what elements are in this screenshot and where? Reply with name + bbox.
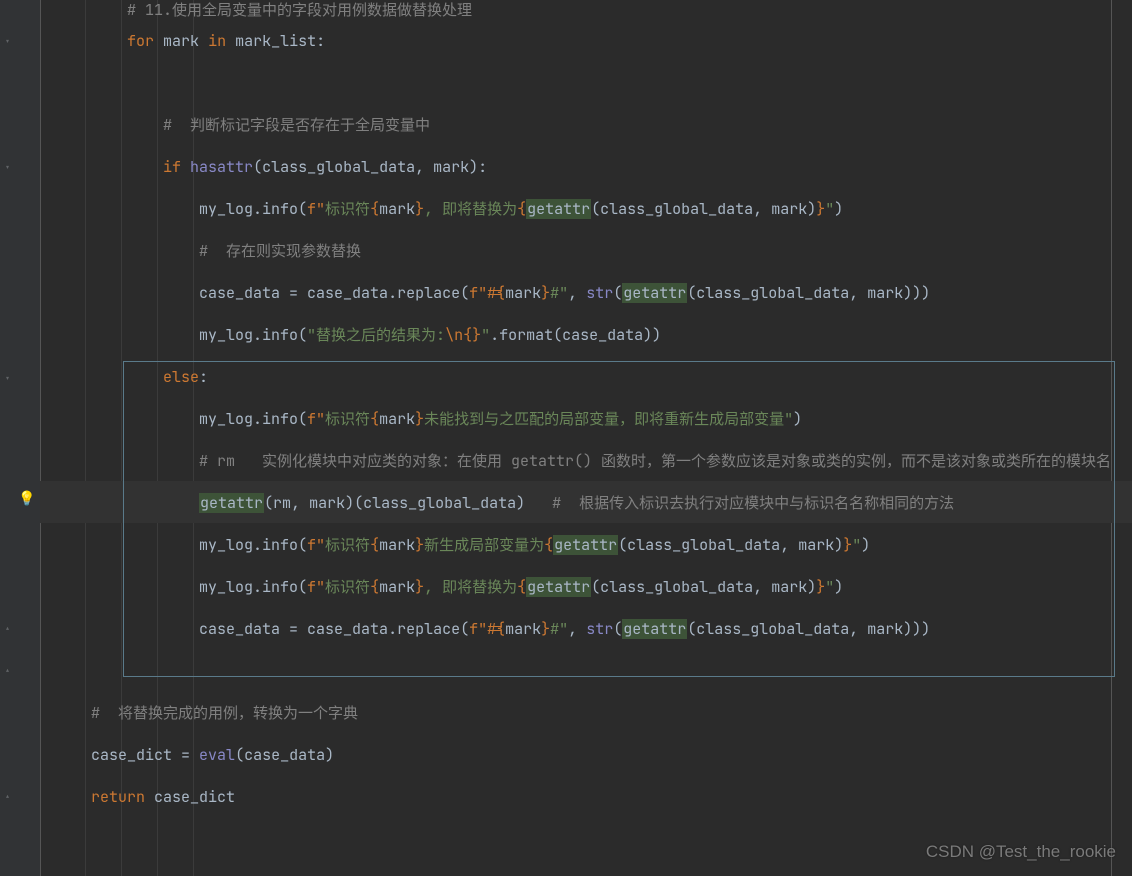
gutter: ▾ ▾ ▾ ▴ ▴ ▴ 💡	[0, 0, 40, 876]
code-line: getattr(rm, mark)(class_global_data) # 根…	[40, 482, 1132, 524]
code-line: case_dict = eval(case_data)	[40, 734, 1132, 776]
fold-marker-icon[interactable]: ▴	[2, 623, 13, 634]
getattr-highlight: getattr	[553, 535, 618, 555]
getattr-highlight: getattr	[622, 283, 687, 303]
fold-marker-icon[interactable]: ▾	[2, 36, 13, 47]
code-line: return case_dict	[40, 776, 1132, 818]
fold-marker-icon[interactable]: ▾	[2, 373, 13, 384]
fold-marker-icon[interactable]: ▾	[2, 162, 13, 173]
code-line	[40, 62, 1132, 104]
code-editor[interactable]: ▾ ▾ ▾ ▴ ▴ ▴ 💡 # 11.使用全局变量中的字段对用例数据做替换处理 …	[0, 0, 1132, 876]
code-line	[40, 650, 1132, 692]
lightbulb-icon[interactable]: 💡	[18, 490, 35, 508]
fold-marker-icon[interactable]: ▴	[2, 791, 13, 802]
getattr-highlight: getattr	[526, 577, 591, 597]
code-area[interactable]: # 11.使用全局变量中的字段对用例数据做替换处理 for mark in ma…	[40, 0, 1132, 876]
code-line: # 将替换完成的用例，转换为一个字典	[40, 692, 1132, 734]
getattr-highlight: getattr	[199, 493, 264, 513]
code-line: for mark in mark_list:	[40, 20, 1132, 62]
code-line: # 存在则实现参数替换	[40, 230, 1132, 272]
code-line: case_data = case_data.replace(f"#{mark}#…	[40, 608, 1132, 650]
getattr-highlight: getattr	[526, 199, 591, 219]
watermark: CSDN @Test_the_rookie	[926, 842, 1116, 862]
code-line: # 11.使用全局变量中的字段对用例数据做替换处理	[40, 0, 1132, 20]
code-line: else:	[40, 356, 1132, 398]
code-line: my_log.info(f"标识符{mark}, 即将替换为{getattr(c…	[40, 188, 1132, 230]
code-line: # 判断标记字段是否存在于全局变量中	[40, 104, 1132, 146]
code-line: # rm 实例化模块中对应类的对象：在使用 getattr() 函数时，第一个参…	[40, 440, 1132, 482]
code-line: my_log.info(f"标识符{mark}, 即将替换为{getattr(c…	[40, 566, 1132, 608]
code-line: case_data = case_data.replace(f"#{mark}#…	[40, 272, 1132, 314]
code-line: my_log.info("替换之后的结果为:\n{}".format(case_…	[40, 314, 1132, 356]
code-line: if hasattr(class_global_data, mark):	[40, 146, 1132, 188]
getattr-highlight: getattr	[622, 619, 687, 639]
fold-marker-icon[interactable]: ▴	[2, 665, 13, 676]
code-line: my_log.info(f"标识符{mark}未能找到与之匹配的局部变量，即将重…	[40, 398, 1132, 440]
code-line: my_log.info(f"标识符{mark}新生成局部变量为{getattr(…	[40, 524, 1132, 566]
